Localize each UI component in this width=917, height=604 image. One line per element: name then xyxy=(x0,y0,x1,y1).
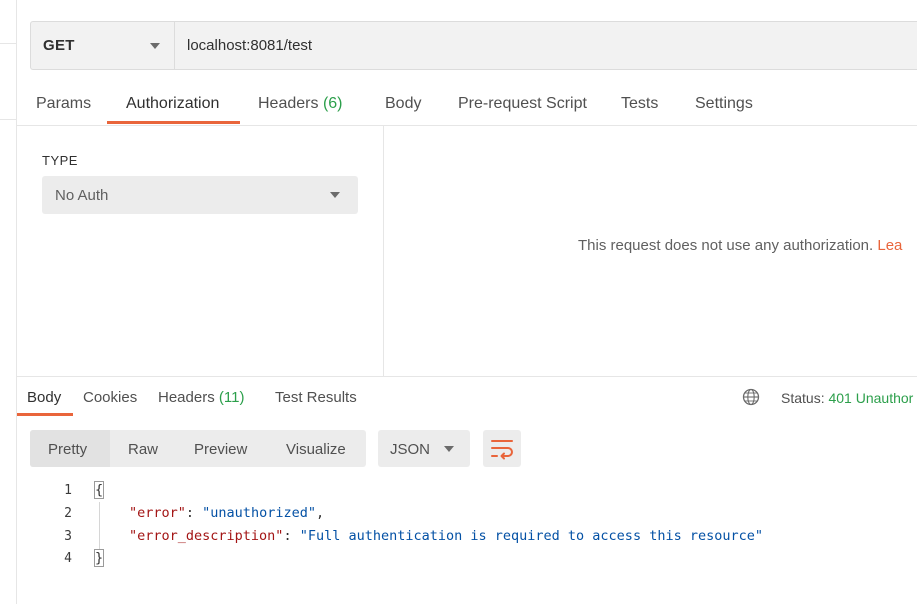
tab-headers[interactable]: Headers (6) xyxy=(258,95,343,113)
format-value: JSON xyxy=(390,441,431,458)
json-key: "error" xyxy=(129,505,186,521)
json-string: "unauthorized" xyxy=(202,505,316,521)
response-divider xyxy=(17,376,917,377)
tab-tests[interactable]: Tests xyxy=(621,95,658,113)
tab-authorization[interactable]: Authorization xyxy=(126,95,219,113)
json-string: "Full authentication is required to acce… xyxy=(299,528,763,544)
tab-settings[interactable]: Settings xyxy=(695,95,753,113)
tab-body[interactable]: Body xyxy=(385,95,421,113)
response-tab-headers[interactable]: Headers (11) xyxy=(158,389,244,406)
tab-count: (6) xyxy=(322,95,343,112)
status-label: Status: xyxy=(781,390,825,406)
chevron-down-icon xyxy=(150,43,160,49)
view-preview[interactable]: Preview xyxy=(194,441,247,458)
tab-label: Settings xyxy=(695,95,753,112)
line-number: 1 xyxy=(64,483,72,498)
wrap-lines-button[interactable] xyxy=(483,430,521,467)
tab-label: Tests xyxy=(621,95,659,112)
tabs-divider xyxy=(17,125,917,126)
url-input[interactable]: localhost:8081/test xyxy=(187,37,312,54)
auth-type-label: TYPE xyxy=(42,153,78,168)
json-close-brace: } xyxy=(93,549,105,567)
wrap-lines-icon xyxy=(491,440,513,460)
auth-type-value: No Auth xyxy=(55,187,109,204)
format-select[interactable]: JSON xyxy=(378,430,470,467)
active-tab-indicator xyxy=(107,121,240,124)
auth-panel-divider xyxy=(383,126,384,376)
gutter-divider xyxy=(0,119,16,120)
view-visualize[interactable]: Visualize xyxy=(286,441,346,458)
tab-label: Headers xyxy=(158,389,215,406)
tab-label: Params xyxy=(36,95,92,112)
chevron-down-icon xyxy=(444,446,454,452)
response-tab-test-results[interactable]: Test Results xyxy=(275,389,357,406)
tab-pre-request-script[interactable]: Pre-request Script xyxy=(458,95,587,113)
json-open-brace: { xyxy=(93,481,105,499)
code-line: "error": "unauthorized", xyxy=(129,505,325,521)
line-number: 4 xyxy=(64,551,72,566)
response-tab-body[interactable]: Body xyxy=(27,389,61,406)
tab-label: Test Results xyxy=(275,389,357,406)
view-mode-group: Pretty Raw Preview Visualize xyxy=(30,430,366,467)
code-line: } xyxy=(93,549,105,567)
tab-label: Body xyxy=(27,389,62,406)
method-label: GET xyxy=(43,37,75,54)
status-value[interactable]: 401 Unauthor xyxy=(828,390,913,406)
tab-label: Pre-request Script xyxy=(458,95,587,112)
auth-message-text: This request does not use any authorizat… xyxy=(578,237,874,254)
tab-count: (11) xyxy=(218,389,245,406)
code-line: "error_description": "Full authenticatio… xyxy=(129,528,763,544)
method-select[interactable]: GET xyxy=(31,22,175,69)
gutter-divider xyxy=(0,43,16,44)
view-raw[interactable]: Raw xyxy=(128,441,158,458)
left-sidebar-gutter xyxy=(0,0,17,604)
chevron-down-icon xyxy=(330,192,340,198)
indent-guide xyxy=(99,502,100,550)
response-tab-cookies[interactable]: Cookies xyxy=(83,389,137,406)
json-key: "error_description" xyxy=(129,528,284,544)
learn-more-link[interactable]: Lea xyxy=(877,237,902,254)
line-number: 2 xyxy=(64,506,72,521)
tab-params[interactable]: Params xyxy=(36,95,91,113)
tab-label: Body xyxy=(385,95,422,112)
line-number: 3 xyxy=(64,529,72,544)
view-pretty[interactable]: Pretty xyxy=(48,441,87,458)
tab-label: Authorization xyxy=(126,95,220,112)
request-url-bar: GET localhost:8081/test xyxy=(30,21,917,70)
auth-type-select[interactable]: No Auth xyxy=(42,176,358,214)
active-response-tab-indicator xyxy=(17,413,73,416)
auth-message: This request does not use any authorizat… xyxy=(578,237,902,254)
globe-icon[interactable] xyxy=(742,388,760,406)
response-status: Status: 401 Unauthor xyxy=(781,390,913,406)
tab-label: Cookies xyxy=(83,389,138,406)
tab-label: Headers xyxy=(258,95,319,112)
code-line: { xyxy=(93,481,105,499)
